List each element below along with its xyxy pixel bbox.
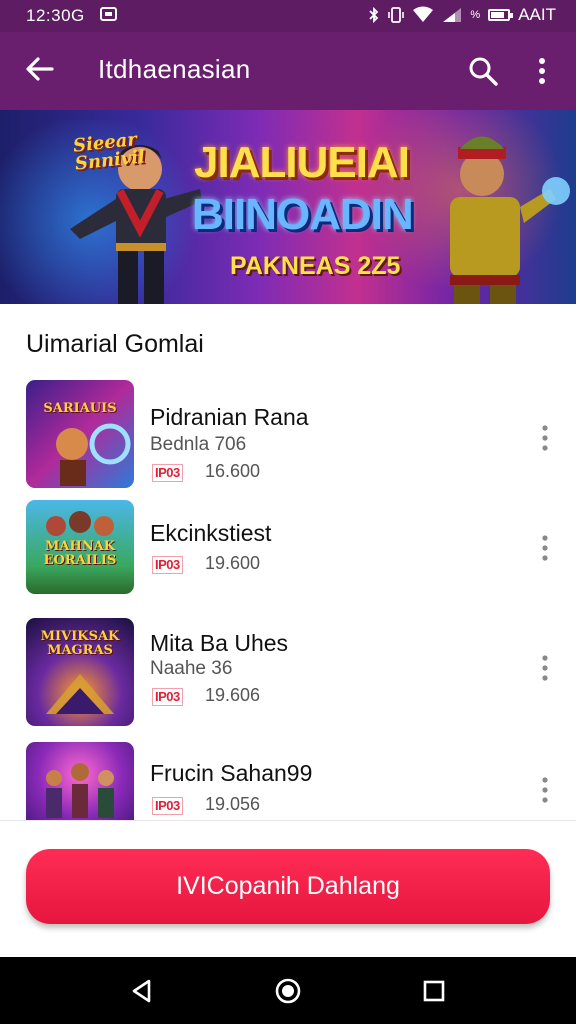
- carrier-label: AAIT: [518, 5, 556, 24]
- banner-subline: PAKNEAS 2Z5: [230, 252, 401, 280]
- notification-icon: [100, 7, 117, 21]
- item-more-icon[interactable]: [534, 776, 556, 804]
- item-tag: IP03: [152, 797, 183, 815]
- item-tag: IP03: [152, 464, 183, 482]
- item-name: Ekcinkstiest: [150, 520, 272, 546]
- status-icons: % AAIT: [368, 5, 556, 25]
- section-title: Uimarial Gomlai: [26, 330, 204, 358]
- square-recents-icon[interactable]: [419, 976, 449, 1006]
- page-title: Itdhaenasian: [98, 54, 251, 84]
- game-thumbnail: [26, 742, 134, 820]
- item-price: 16.600: [205, 461, 261, 481]
- item-price: 19.606: [205, 685, 261, 705]
- search-icon[interactable]: [466, 54, 500, 88]
- item-more-icon[interactable]: [534, 424, 556, 452]
- item-price: 19.056: [205, 794, 261, 814]
- banner-badge: Sieear Snnivil: [72, 129, 146, 174]
- primary-cta-button[interactable]: IVICopanih Dahlang: [26, 849, 550, 924]
- thumb-art: [46, 763, 114, 818]
- item-tag: IP03: [152, 556, 183, 574]
- wifi-icon: [413, 6, 434, 22]
- back-arrow-icon[interactable]: [22, 51, 58, 87]
- item-name: Frucin Sahan99: [150, 760, 313, 786]
- more-vert-icon[interactable]: [530, 54, 554, 88]
- divider: [0, 820, 576, 821]
- item-name: Pidranian Rana: [150, 404, 309, 430]
- item-name: Mita Ba Uhes: [150, 630, 289, 656]
- status-bar: 12:30G % AAIT: [0, 0, 576, 32]
- game-thumbnail: MIVIKSAK MAGRAS: [26, 618, 134, 726]
- battery-icon: [488, 9, 514, 21]
- list-item[interactable]: Frucin Sahan99 IP03 19.056: [0, 742, 576, 820]
- promo-banner[interactable]: Sieear Snnivil JIALIUEIAI BIINOADIN PAKNE…: [0, 110, 576, 304]
- item-subtitle: Bednla 706: [150, 434, 247, 455]
- item-subtitle: Naahe 36: [150, 658, 233, 679]
- circle-home-icon[interactable]: [273, 976, 303, 1006]
- banner-headline-1: JIALIUEIAI: [194, 138, 410, 187]
- bluetooth-icon: [369, 6, 379, 24]
- item-more-icon[interactable]: [534, 534, 556, 562]
- thumb-title: MAHNAK EORAILIS: [43, 539, 117, 568]
- game-list: SARIAUIS Pidranian Rana Bednla 706 IP03 …: [0, 370, 576, 820]
- system-nav-bar: [0, 957, 576, 1024]
- item-tag: IP03: [152, 688, 183, 706]
- game-thumbnail: SARIAUIS: [26, 380, 134, 488]
- list-item[interactable]: SARIAUIS Pidranian Rana Bednla 706 IP03 …: [0, 380, 576, 490]
- thumb-art: [56, 423, 131, 486]
- game-thumbnail: MAHNAK EORAILIS: [26, 500, 134, 594]
- item-more-icon[interactable]: [534, 654, 556, 682]
- thumb-title: MIVIKSAK MAGRAS: [40, 629, 120, 658]
- app-bar: Itdhaenasian: [0, 32, 576, 110]
- list-item[interactable]: MAHNAK EORAILIS Ekcinkstiest IP03 19.600: [0, 500, 576, 600]
- signal-icon: [443, 8, 462, 22]
- percent-icon: %: [470, 9, 481, 21]
- status-time: 12:30G: [26, 6, 85, 25]
- thumb-title: SARIAUIS: [43, 401, 117, 416]
- item-price: 19.600: [205, 553, 261, 573]
- vibrate-icon: [388, 7, 405, 23]
- list-item[interactable]: MIVIKSAK MAGRAS Mita Ba Uhes Naahe 36 IP…: [0, 618, 576, 728]
- banner-headline-2: BIINOADIN: [192, 190, 414, 239]
- triangle-back-icon[interactable]: [127, 976, 157, 1006]
- hero-right-illustration: [450, 136, 570, 304]
